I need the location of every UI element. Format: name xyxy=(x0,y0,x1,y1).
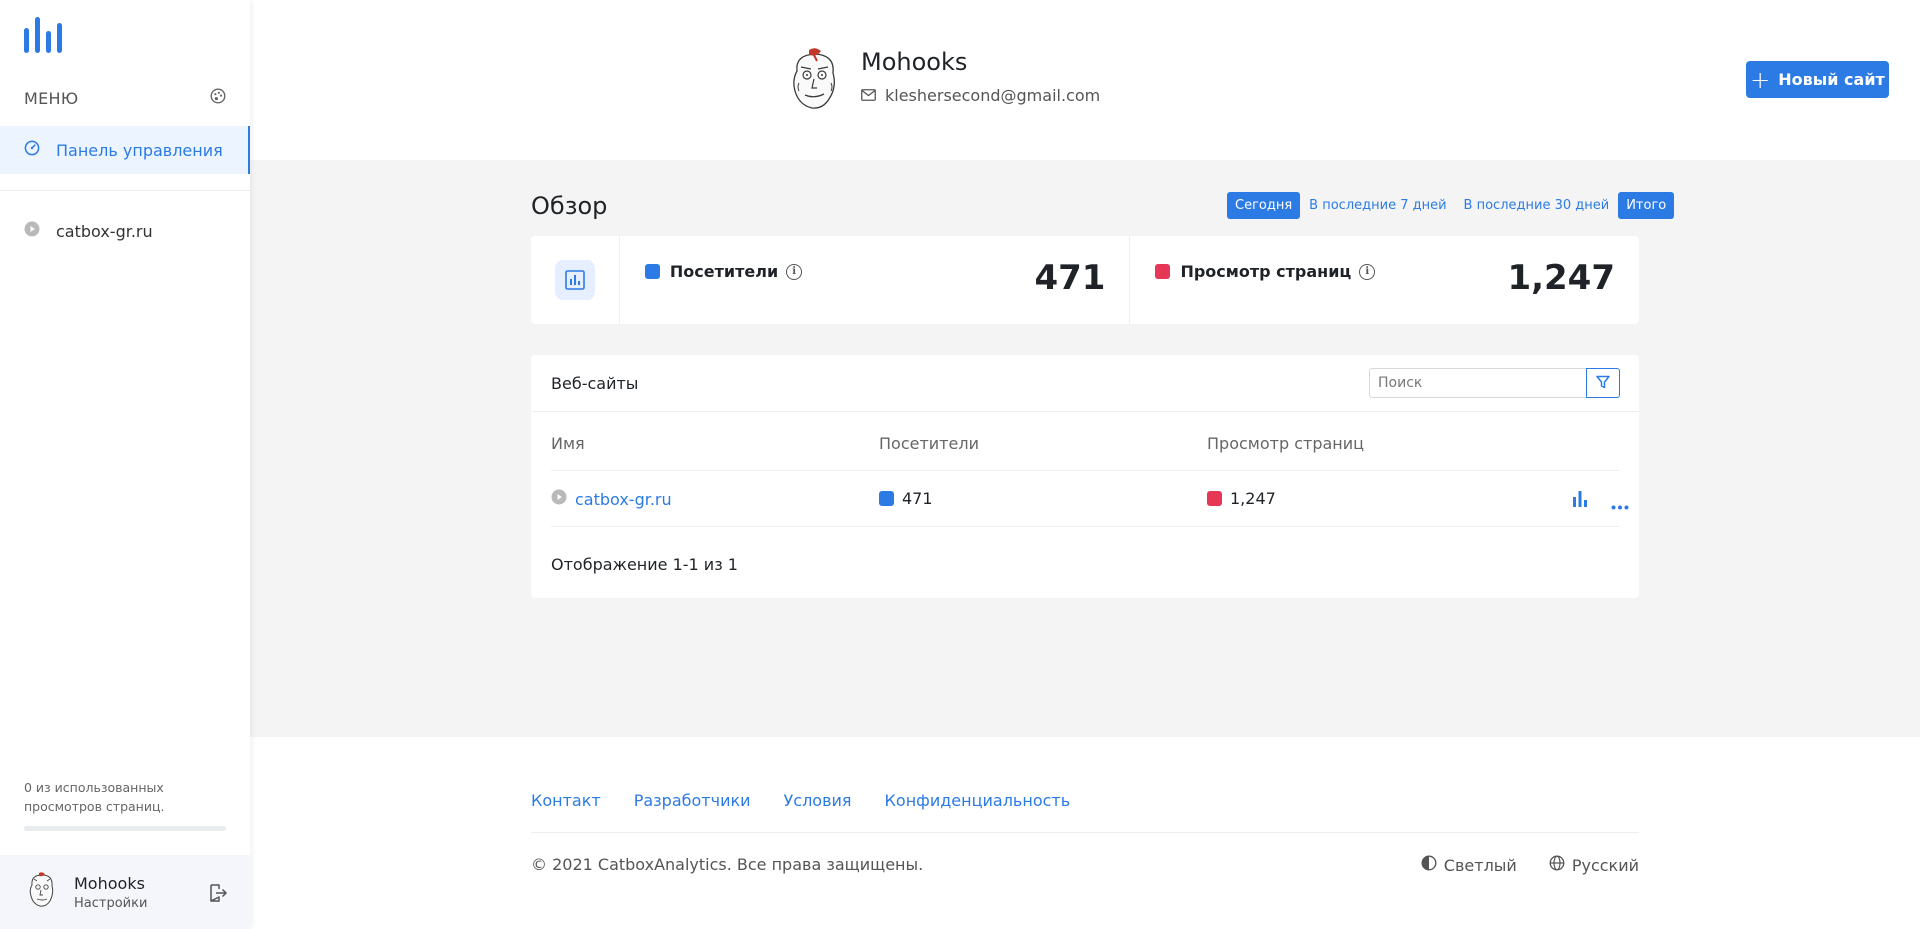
range-today[interactable]: Сегодня xyxy=(1227,192,1301,219)
visitors-color-swatch xyxy=(644,264,660,279)
language-selector[interactable]: Русский xyxy=(1549,855,1639,875)
search-input[interactable] xyxy=(1369,368,1587,398)
pageviews-count: 1,247 xyxy=(1230,489,1276,508)
sidebar-item-label: Панель управления xyxy=(56,140,223,160)
footer-link-developers[interactable]: Разработчики xyxy=(634,791,751,810)
table-header: Имя Посетители Просмотр страниц xyxy=(551,412,1619,471)
range-7-days[interactable]: В последние 7 дней xyxy=(1301,192,1454,219)
pageviews-label: Просмотр страниц xyxy=(1180,262,1352,281)
column-pageviews[interactable]: Просмотр страниц xyxy=(1207,434,1364,453)
logout-icon[interactable] xyxy=(208,883,228,903)
gauge-icon xyxy=(24,140,40,160)
menu-label: МЕНЮ xyxy=(24,88,79,108)
filter-button[interactable] xyxy=(1586,368,1620,398)
column-visitors[interactable]: Посетители xyxy=(879,434,979,453)
sidebar-item-dashboard[interactable]: Панель управления xyxy=(0,126,250,174)
copyright: © 2021 CatboxAnalytics. Все права защище… xyxy=(531,855,924,874)
visitors-value: 471 xyxy=(1034,258,1106,298)
info-icon[interactable]: i xyxy=(1359,263,1376,280)
overview-title: Обзор xyxy=(531,192,608,220)
new-site-button[interactable]: + Новый сайт xyxy=(1746,61,1889,98)
site-cell: catbox-gr.ru xyxy=(551,489,672,509)
table-row: catbox-gr.ru 471 1,247 xyxy=(551,471,1629,527)
chart-icon xyxy=(554,260,595,300)
menu-header: МЕНЮ xyxy=(24,88,226,108)
stats-panel: Посетители i 471 Просмотр страниц i 1,24… xyxy=(531,236,1639,324)
contrast-icon xyxy=(1421,855,1437,875)
globe-icon xyxy=(1549,855,1565,875)
logo-icon[interactable] xyxy=(23,15,63,55)
footer-link-privacy[interactable]: Конфиденциальность xyxy=(885,791,1071,810)
user-name: Mohooks xyxy=(74,873,145,893)
profile-header: Mohooks kleshersecond@gmail.com + Новый … xyxy=(250,0,1920,160)
info-icon[interactable]: i xyxy=(786,263,803,280)
visitors-stat: Посетители i 471 xyxy=(620,236,1130,324)
sidebar-item-site[interactable]: catbox-gr.ru xyxy=(24,220,153,242)
settings-link[interactable]: Настройки xyxy=(74,896,147,911)
date-range-selector: Сегодня В последние 7 дней В последние 3… xyxy=(1227,192,1675,219)
profile-email: kleshersecond@gmail.com xyxy=(861,86,1100,105)
user-panel[interactable]: Mohooks Настройки xyxy=(0,855,250,929)
theme-toggle[interactable]: Светлый xyxy=(1421,855,1517,875)
palette-icon[interactable] xyxy=(210,88,226,108)
theme-label: Светлый xyxy=(1443,855,1517,875)
sidebar-item-label: catbox-gr.ru xyxy=(56,221,153,241)
site-link[interactable]: catbox-gr.ru xyxy=(575,490,672,509)
pageviews-cell: 1,247 xyxy=(1207,489,1276,508)
footer-settings: Светлый Русский xyxy=(1421,855,1639,875)
plus-icon: + xyxy=(1750,65,1771,94)
divider xyxy=(531,832,1639,833)
pageviews-value: 1,247 xyxy=(1507,258,1615,298)
websites-title: Веб-сайты xyxy=(551,374,639,393)
more-options-icon[interactable] xyxy=(1611,495,1629,514)
mail-icon xyxy=(861,86,876,105)
divider xyxy=(0,190,250,191)
visitors-label: Посетители xyxy=(669,262,779,281)
range-30-days[interactable]: В последние 30 дней xyxy=(1456,192,1618,219)
visitors-count: 471 xyxy=(902,489,933,508)
visitors-cell: 471 xyxy=(879,489,933,508)
avatar xyxy=(26,871,58,913)
new-site-label: Новый сайт xyxy=(1778,70,1885,89)
filter-icon xyxy=(1596,374,1610,393)
usage-progress-bar xyxy=(24,826,226,831)
bar-chart-icon[interactable] xyxy=(1572,489,1588,511)
play-circle-icon xyxy=(24,221,40,241)
footer-link-terms[interactable]: Условия xyxy=(784,791,852,810)
pageviews-color-swatch xyxy=(1155,264,1171,279)
visitors-color-swatch xyxy=(879,491,894,506)
sidebar: МЕНЮ Панель управления catbox-gr.ru 0 из… xyxy=(0,0,250,929)
email-text: kleshersecond@gmail.com xyxy=(885,86,1101,105)
language-label: Русский xyxy=(1571,855,1639,875)
column-name[interactable]: Имя xyxy=(551,434,585,453)
profile-name: Mohooks xyxy=(861,48,968,76)
footer-link-contact[interactable]: Контакт xyxy=(531,791,601,810)
footer: Контакт Разработчики Условия Конфиденциа… xyxy=(250,737,1920,929)
range-total[interactable]: Итого xyxy=(1618,192,1675,219)
usage-text: 0 из использованных просмотров страниц. xyxy=(24,780,165,814)
play-circle-icon xyxy=(551,489,567,509)
pageviews-stat: Просмотр страниц i 1,247 xyxy=(1129,236,1639,324)
footer-links: Контакт Разработчики Условия Конфиденциа… xyxy=(531,791,1103,810)
websites-card: Веб-сайты Имя Посетители Просмотр страни… xyxy=(531,355,1639,598)
pagination-info: Отображение 1-1 из 1 xyxy=(551,555,738,574)
avatar xyxy=(787,47,843,113)
pageviews-color-swatch xyxy=(1207,491,1222,506)
